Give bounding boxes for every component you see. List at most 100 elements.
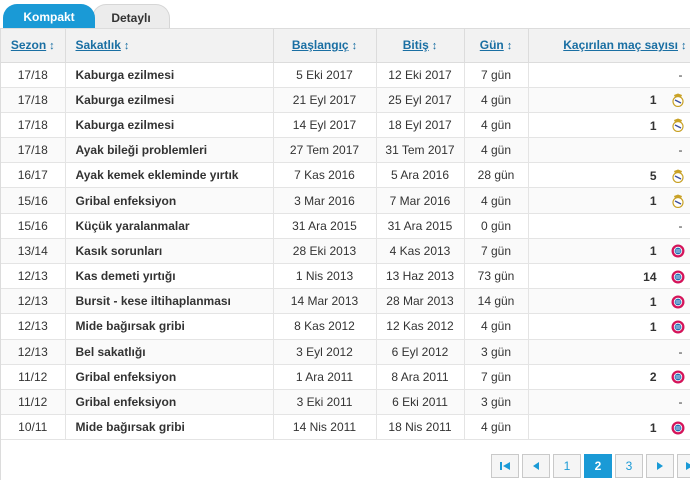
injury-cell: Kaburga ezilmesi [65,112,274,139]
season-cell: 11/12 [1,389,66,416]
season-cell: 11/12 [1,364,66,390]
next-page-button[interactable] [646,454,674,478]
bayern-crest-icon[interactable] [671,320,685,334]
days-cell: 7 gün [464,364,529,390]
header-from-link[interactable]: Başlangıç [292,38,349,52]
until-date-cell: 4 Kas 2013 [376,238,465,265]
header-missed-link[interactable]: Kaçırılan maç sayısı [563,38,678,52]
sort-icon[interactable]: ↕ [681,40,687,52]
table-row: 12/13 Bel sakatlığı 3 Eyl 2012 6 Eyl 2012 3 … [1,339,690,365]
page-button-3[interactable]: 3 [615,454,643,478]
header-injury[interactable]: Sakatlık ↕ [65,29,274,63]
from-date-cell: 28 Eki 2013 [273,238,377,265]
missed-games-cell: 1 [528,238,690,265]
injury-cell: Kasık sorunları [65,238,274,265]
header-season[interactable]: Sezon ↕ [1,29,66,63]
missed-games-count: 2 [649,370,657,385]
missed-games-count: 1 [649,118,657,133]
days-cell: 3 gün [464,389,529,416]
bayern-crest-icon[interactable] [671,421,685,435]
real-madrid-crest-icon[interactable] [671,169,685,183]
days-cell: 73 gün [464,263,529,290]
header-season-link[interactable]: Sezon [11,38,46,52]
from-date-cell: 1 Ara 2011 [273,364,377,390]
missed-games-cell: 1 [528,313,690,340]
real-madrid-crest-icon[interactable] [671,194,685,208]
until-date-cell: 5 Ara 2016 [376,162,465,189]
from-date-cell: 14 Eyl 2017 [273,112,377,139]
missed-games-cell: 1 [528,414,690,441]
first-page-button[interactable] [491,454,519,478]
table-row: 10/11 Mide bağırsak gribi 14 Nis 2011 18 Ni… [1,414,690,441]
season-cell: 12/13 [1,313,66,340]
header-injury-link[interactable]: Sakatlık [76,38,121,52]
injury-cell: Mide bağırsak gribi [65,313,274,340]
missed-games-cell: 14 [528,263,690,290]
missed-games-count: 1 [649,420,657,435]
real-madrid-crest-icon[interactable] [671,118,685,133]
days-cell: 4 gün [464,187,529,214]
table-row: 17/18 Kaburga ezilmesi 5 Eki 2017 12 Eki 20… [1,62,690,88]
season-cell: 12/13 [1,263,66,290]
sort-icon[interactable]: ↕ [124,40,130,52]
until-date-cell: 18 Eyl 2017 [376,112,465,139]
until-date-cell: 12 Eki 2017 [376,62,465,88]
table-row: 15/16 Küçük yaralanmalar 31 Ara 2015 31 Ara… [1,213,690,239]
days-cell: 28 gün [464,162,529,189]
header-until-link[interactable]: Bitiş [403,38,429,52]
injury-cell: Bursit - kese iltihaplanması [65,288,274,315]
until-date-cell: 31 Tem 2017 [376,137,465,164]
bayern-crest-icon[interactable] [671,295,685,309]
table-row: 17/18 Ayak bileği problemleri 27 Tem 2017 3… [1,137,690,164]
days-cell: 4 gün [464,414,529,441]
injury-cell: Ayak kemek ekleminde yırtık [65,162,274,189]
last-page-button[interactable] [677,454,690,478]
missed-games-count: 1 [649,244,657,259]
sort-icon[interactable]: ↕ [49,40,55,52]
missed-games-cell: 5 [528,162,690,189]
pagination: 1 2 3 [491,454,690,478]
tab-detailed[interactable]: Detaylı [92,4,170,30]
missed-games-count: 1 [649,294,657,309]
season-cell: 12/13 [1,339,66,365]
until-date-cell: 7 Mar 2016 [376,187,465,214]
sort-icon[interactable]: ↕ [432,40,438,52]
table-row: 11/12 Gribal enfeksiyon 3 Eki 2011 6 Eki 20… [1,389,690,416]
missed-games-cell: 1 [528,87,690,113]
real-madrid-crest-icon[interactable] [671,93,685,108]
bayern-crest-icon[interactable] [671,244,685,258]
until-date-cell: 6 Eki 2011 [376,389,465,416]
missed-games-count: - [678,344,683,359]
header-from[interactable]: Başlangıç ↕ [273,29,377,63]
until-date-cell: 6 Eyl 2012 [376,339,465,365]
from-date-cell: 14 Mar 2013 [273,288,377,315]
bayern-crest-icon[interactable] [671,270,685,284]
page-button-2[interactable]: 2 [584,454,612,478]
season-cell: 12/13 [1,288,66,315]
bayern-crest-icon[interactable] [671,370,685,384]
header-missed[interactable]: Kaçırılan maç sayısı ↕ [528,29,690,63]
page-button-1[interactable]: 1 [553,454,581,478]
days-cell: 4 gün [464,112,529,139]
table-row: 17/18 Kaburga ezilmesi 14 Eyl 2017 18 Eyl 2… [1,112,690,139]
injury-cell: Kaburga ezilmesi [65,62,274,88]
season-cell: 17/18 [1,87,66,113]
header-days-link[interactable]: Gün [480,38,504,52]
season-cell: 16/17 [1,162,66,189]
prev-page-button[interactable] [522,454,550,478]
injury-cell: Küçük yaralanmalar [65,213,274,239]
missed-games-count: 1 [649,93,657,108]
days-cell: 7 gün [464,238,529,265]
header-until[interactable]: Bitiş ↕ [376,29,465,63]
table-row: 13/14 Kasık sorunları 28 Eki 2013 4 Kas 201… [1,238,690,265]
until-date-cell: 25 Eyl 2017 [376,87,465,113]
sort-icon[interactable]: ↕ [507,40,513,52]
table-row: 17/18 Kaburga ezilmesi 21 Eyl 2017 25 Eyl 2… [1,87,690,113]
header-days[interactable]: Gün ↕ [464,29,529,63]
missed-games-cell: 2 [528,364,690,390]
injury-cell: Gribal enfeksiyon [65,187,274,214]
sort-icon[interactable]: ↕ [352,40,358,52]
missed-games-count: 5 [649,168,657,183]
missed-games-cell: - [528,213,690,239]
tab-compact[interactable]: Kompakt [3,4,95,30]
